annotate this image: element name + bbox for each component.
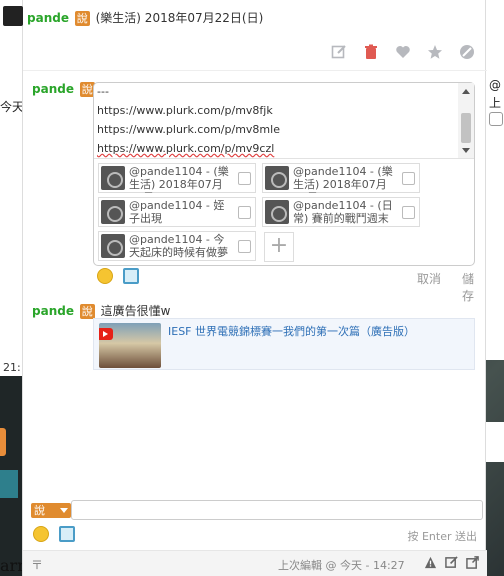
save-button[interactable]: 儲存 xyxy=(462,270,475,304)
star-icon[interactable] xyxy=(427,44,443,60)
response-editor: --- https://www.plurk.com/p/mv8fjk https… xyxy=(93,82,475,266)
last-edited-text: 上次編輯 @ 今天 - 14:27 xyxy=(278,559,405,572)
response-item: pande 說 這廣告很懂w xyxy=(32,302,170,319)
emoticon-icon[interactable] xyxy=(97,268,113,284)
edit-icon[interactable] xyxy=(238,240,251,253)
link-preview-card[interactable]: @pande1104 - 今天起床的時候有做夢 xyxy=(98,231,256,261)
textarea-line: --- xyxy=(97,85,109,98)
link-preview-card[interactable]: @pande1104 - (樂生活) 2018年07月23日 xyxy=(262,163,420,193)
link-thumbnail xyxy=(101,234,125,258)
link-title: @pande1104 - (日常) 賽前的戰鬥週末 xyxy=(293,199,393,225)
youtube-play-icon xyxy=(99,328,113,340)
background-image-icon xyxy=(0,470,18,498)
background-left-strip xyxy=(0,360,24,576)
chevron-down-icon xyxy=(60,508,68,513)
scroll-down-arrow[interactable] xyxy=(462,148,470,153)
plurk-footer: 〒 上次編輯 @ 今天 - 14:27 xyxy=(23,550,487,576)
edit-icon[interactable] xyxy=(445,556,458,569)
background-orange-tab xyxy=(0,428,6,456)
edit-icon[interactable] xyxy=(238,172,251,185)
response-user-name[interactable]: pande xyxy=(32,304,74,318)
scroll-up-arrow[interactable] xyxy=(462,89,470,94)
background-white-tile xyxy=(486,422,504,462)
editor-toolbar: 取消 儲存 xyxy=(95,266,475,303)
video-preview-card[interactable]: IESF 世界電競錦標賽一我們的第一次篇（廣告版） xyxy=(93,318,475,370)
plurk-user-name[interactable]: pande xyxy=(27,11,69,25)
link-title: @pande1104 - 今天起床的時候有做夢 xyxy=(129,233,228,259)
link-title: @pande1104 - 姪子出現 xyxy=(129,199,225,225)
response-qualifier-badge: 說 xyxy=(79,304,95,319)
link-preview-card[interactable]: @pande1104 - (日常) 賽前的戰鬥週末 xyxy=(262,197,420,227)
link-title: @pande1104 - (樂生活) 2018年07月23日 xyxy=(293,165,393,193)
textarea-line: https://www.plurk.com/p/mv9czl xyxy=(97,142,275,155)
background-left-text: 今天 xyxy=(0,100,25,114)
response-content: 這廣告很懂w xyxy=(100,304,171,318)
add-link-button[interactable]: + xyxy=(264,232,294,262)
edit-icon[interactable] xyxy=(402,172,415,185)
reply-toolbar: 按 Enter 送出 xyxy=(33,524,477,546)
send-hint: 按 Enter 送出 xyxy=(407,530,477,543)
delete-icon[interactable] xyxy=(363,44,379,60)
edit-icon[interactable] xyxy=(238,206,251,219)
background-clock: 21: xyxy=(0,360,22,376)
link-title: @pande1104 - (樂生活) 2018年07月21日 xyxy=(129,165,229,193)
mute-icon[interactable] xyxy=(459,44,475,60)
response-user-name[interactable]: pande xyxy=(32,82,74,96)
pin-icon[interactable]: 〒 xyxy=(31,556,43,572)
reply-input[interactable] xyxy=(71,500,483,520)
warning-icon[interactable] xyxy=(424,556,437,569)
link-preview-card[interactable]: @pande1104 - 姪子出現 xyxy=(98,197,256,227)
emoticon-icon[interactable] xyxy=(33,526,49,542)
qualifier-label: 說 xyxy=(34,504,45,517)
video-thumbnail[interactable] xyxy=(99,323,161,368)
edit-icon[interactable] xyxy=(331,44,347,60)
heart-icon[interactable] xyxy=(395,44,411,60)
link-thumbnail xyxy=(101,166,125,190)
external-link-icon[interactable] xyxy=(466,556,479,569)
textarea-scrollbar[interactable] xyxy=(458,83,474,158)
edit-icon[interactable] xyxy=(402,206,415,219)
link-thumbnail xyxy=(265,200,289,224)
cancel-button[interactable]: 取消 xyxy=(417,270,441,287)
plurk-content: (樂生活) 2018年07月22日(日) xyxy=(95,11,264,25)
textarea-line: https://www.plurk.com/p/mv8fjk xyxy=(97,104,273,117)
response-edit-textarea[interactable]: --- https://www.plurk.com/p/mv8fjk https… xyxy=(94,83,474,159)
background-right-text-bottom: 上 xyxy=(489,96,502,110)
link-thumbnail xyxy=(101,200,125,224)
link-thumbnail xyxy=(265,166,289,190)
qualifier-dropdown[interactable]: 說 xyxy=(31,503,71,518)
header-divider xyxy=(23,70,487,71)
textarea-line: https://www.plurk.com/p/mv8mle xyxy=(97,123,280,136)
plurk-header: pande 說 (樂生活) 2018年07月22日(日) xyxy=(3,0,487,70)
scroll-thumb[interactable] xyxy=(461,113,471,143)
avatar[interactable] xyxy=(3,6,23,26)
footer-actions xyxy=(424,556,479,569)
image-upload-icon[interactable] xyxy=(123,268,139,284)
plurk-qualifier-badge: 說 xyxy=(74,11,90,26)
video-title-link[interactable]: IESF 世界電競錦標賽一我們的第一次篇（廣告版） xyxy=(168,323,415,339)
plurk-panel: pande 說 (樂生活) 2018年07月22日(日) pande 說 ---… xyxy=(3,0,487,576)
plurk-actions xyxy=(331,44,475,60)
image-upload-icon[interactable] xyxy=(59,526,75,542)
link-preview-card[interactable]: @pande1104 - (樂生活) 2018年07月21日 xyxy=(98,163,256,193)
background-edit-icon xyxy=(489,112,503,126)
plurk-content-line: pande 說 (樂生活) 2018年07月22日(日) xyxy=(27,9,263,26)
background-right-text-top: @ xyxy=(489,78,501,92)
response-edit-head: pande 說 xyxy=(32,82,97,97)
